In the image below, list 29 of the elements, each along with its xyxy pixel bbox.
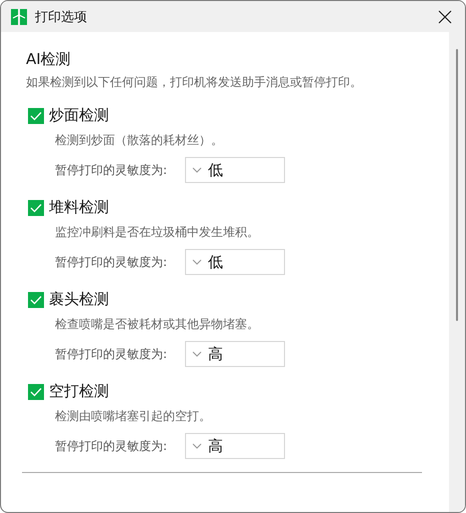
sensitivity-dropdown[interactable]: 高 <box>185 341 285 367</box>
chevron-down-icon <box>192 167 202 173</box>
detection-title: 炒面检测 <box>49 106 109 125</box>
sensitivity-dropdown[interactable]: 低 <box>185 249 285 275</box>
detection-description: 检查喷嘴是否被耗材或其他异物堵塞。 <box>55 316 260 333</box>
checkbox[interactable] <box>28 200 44 216</box>
sensitivity-dropdown[interactable]: 高 <box>185 433 285 459</box>
app-logo-icon <box>11 8 27 24</box>
sensitivity-label: 暂停打印的灵敏度为: <box>55 254 168 270</box>
chevron-down-icon <box>192 351 202 357</box>
detection-title: 空打检测 <box>49 382 109 401</box>
chevron-down-icon <box>192 259 202 265</box>
sensitivity-label: 暂停打印的灵敏度为: <box>55 162 168 178</box>
checkbox[interactable] <box>28 108 44 124</box>
detection-title: 裹头检测 <box>49 290 109 309</box>
detection-description: 监控冲刷料是否在垃圾桶中发生堆积。 <box>55 224 260 241</box>
checkbox[interactable] <box>28 292 44 308</box>
sensitivity-label: 暂停打印的灵敏度为: <box>55 346 168 362</box>
checkbox[interactable] <box>28 384 44 400</box>
sensitivity-label: 暂停打印的灵敏度为: <box>55 438 168 454</box>
scrollbar[interactable] <box>449 32 465 512</box>
sensitivity-dropdown[interactable]: 低 <box>185 157 285 183</box>
detection-title: 堆料检测 <box>49 198 109 217</box>
detection-description: 检测到炒面（散落的耗材丝）。 <box>55 132 224 149</box>
section-description: 如果检测到以下任何问题，打印机将发送助手消息或暂停打印。 <box>26 74 363 91</box>
detection-description: 检测由喷嘴堵塞引起的空打。 <box>55 408 212 425</box>
section-title: AI检测 <box>26 50 72 69</box>
chevron-down-icon <box>192 443 202 449</box>
window-title: 打印选项 <box>35 8 88 26</box>
